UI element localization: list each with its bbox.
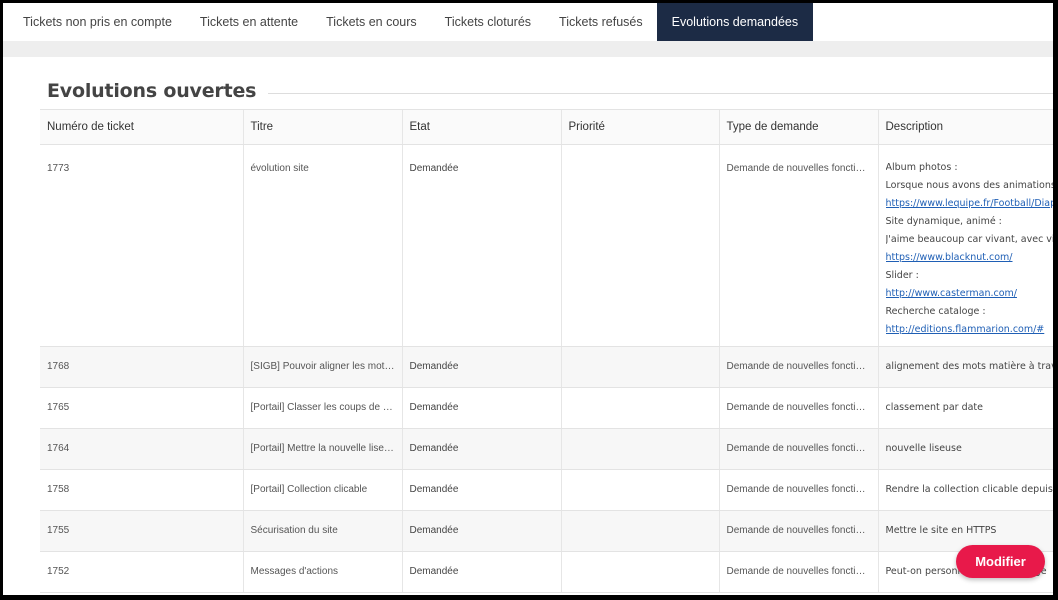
table-header-row: Numéro de ticket Titre Etat Priorité Typ… [40, 110, 1053, 145]
section-title: Evolutions ouvertes [47, 80, 257, 102]
cell-titre: [Portail] Collection clicable [243, 469, 403, 511]
column-header-description[interactable]: Description [878, 110, 1053, 145]
tab-tickets-clotures[interactable]: Tickets cloturés [431, 3, 545, 41]
table-row[interactable]: 1755 Sécurisation du site Demandée Deman… [40, 510, 1053, 552]
cell-type: Demande de nouvelles fonctionnalit… [719, 469, 879, 511]
description-link[interactable]: https://www.blacknut.com/ [886, 252, 1013, 263]
description-link[interactable]: https://www.lequipe.fr/Football/Diaporam… [886, 198, 1054, 209]
description-link[interactable]: http://editions.flammarion.com/# [886, 324, 1045, 335]
cell-numero: 1773 [40, 144, 244, 347]
cell-priorite [561, 469, 720, 511]
cell-priorite [561, 510, 720, 552]
cell-type: Demande de nouvelles fonctionnalit… [719, 144, 879, 347]
cell-type: Demande de nouvelles fonctionnalit… [719, 510, 879, 552]
cell-numero: 1755 [40, 510, 244, 552]
tab-tickets-refuses[interactable]: Tickets refusés [545, 3, 657, 41]
tab-tickets-en-attente[interactable]: Tickets en attente [186, 3, 312, 41]
cell-type: Demande de nouvelles fonctionnalit… [719, 428, 879, 470]
cell-etat: Demandée [402, 510, 562, 552]
column-header-titre[interactable]: Titre [243, 110, 403, 145]
section-divider [268, 92, 1053, 94]
column-header-etat[interactable]: Etat [402, 110, 562, 145]
cell-description: alignement des mots matière à travers [878, 346, 1053, 388]
column-header-priorite[interactable]: Priorité [561, 110, 720, 145]
cell-priorite [561, 144, 720, 347]
cell-etat: Demandée [402, 428, 562, 470]
cell-numero: 1768 [40, 346, 244, 388]
cell-type: Demande de nouvelles fonctionnalit… [719, 346, 879, 388]
cell-titre: [SIGB] Pouvoir aligner les mots matiè… [243, 346, 403, 388]
description-line: Site dynamique, animé : [885, 215, 1002, 227]
cell-type: Demande de nouvelles fonctionnalit… [719, 551, 879, 593]
evolutions-table-container[interactable]: Numéro de ticket Titre Etat Priorité Typ… [40, 109, 1053, 595]
table-row[interactable]: 1758 [Portail] Collection clicable Deman… [40, 469, 1053, 511]
cell-priorite [561, 346, 720, 388]
modifier-button[interactable]: Modifier [956, 545, 1045, 578]
cell-titre: [Portail] Classer les coups de coeur p… [243, 387, 403, 429]
description-line: Lorsque nous avons des animations, nous … [885, 179, 1054, 191]
cell-priorite [561, 551, 720, 593]
table-row[interactable]: 1773 évolution site Demandée Demande de … [40, 144, 1054, 347]
app-frame: Tickets non pris en compte Tickets en at… [3, 3, 1053, 595]
description-link-line: http://editions.flammarion.com/# [886, 321, 1054, 339]
description-line: Recherche cataloge : [885, 305, 986, 317]
table-row[interactable]: 1765 [Portail] Classer les coups de coeu… [40, 387, 1053, 429]
cell-numero: 1764 [40, 428, 244, 470]
cell-numero: 1765 [40, 387, 244, 429]
description-link-line: https://www.lequipe.fr/Football/Diaporam… [886, 195, 1054, 213]
description-link[interactable]: http://www.casterman.com/ [886, 288, 1017, 299]
description-line: J'aime beaucoup car vivant, avec vidéos [885, 233, 1054, 245]
description-line: Slider : [885, 269, 919, 281]
description-line: Album photos : [885, 161, 958, 173]
table-row[interactable]: 1752 Messages d'actions Demandée Demande… [40, 551, 1053, 593]
cell-etat: Demandée [402, 387, 562, 429]
cell-etat: Demandée [402, 551, 562, 593]
cell-priorite [561, 387, 720, 429]
table-row[interactable]: 1768 [SIGB] Pouvoir aligner les mots mat… [40, 346, 1053, 388]
cell-description: Rendre la collection clicable depuis la [878, 469, 1053, 511]
tab-tickets-en-cours[interactable]: Tickets en cours [312, 3, 431, 41]
column-header-type[interactable]: Type de demande [719, 110, 879, 145]
cell-etat: Demandée [402, 144, 562, 347]
cell-type: Demande de nouvelles fonctionnalit… [719, 387, 879, 429]
column-header-numero[interactable]: Numéro de ticket [40, 110, 244, 145]
section-header: Evolutions ouvertes [47, 76, 1053, 106]
description-link-line: https://www.blacknut.com/ [886, 249, 1054, 267]
ticket-tabs: Tickets non pris en compte Tickets en at… [3, 3, 1053, 41]
cell-description: classement par date [878, 387, 1053, 429]
cell-numero: 1758 [40, 469, 244, 511]
cell-titre: [Portail] Mettre la nouvelle liseuse [243, 428, 403, 470]
tab-tickets-non-pris-en-compte[interactable]: Tickets non pris en compte [9, 3, 186, 41]
cell-etat: Demandée [402, 469, 562, 511]
cell-description: nouvelle liseuse [878, 428, 1053, 470]
cell-etat: Demandée [402, 346, 562, 388]
cell-titre: évolution site [243, 144, 403, 347]
cell-titre: Messages d'actions [243, 551, 403, 593]
evolutions-table: Numéro de ticket Titre Etat Priorité Typ… [40, 110, 1053, 593]
toolbar-band [3, 41, 1053, 57]
tab-evolutions-demandees[interactable]: Evolutions demandées [656, 3, 814, 41]
cell-description: Album photos : Lorsque nous avons des an… [878, 144, 1054, 347]
table-row[interactable]: 1764 [Portail] Mettre la nouvelle liseus… [40, 428, 1053, 470]
cell-priorite [561, 428, 720, 470]
description-link-line: http://www.casterman.com/ [886, 285, 1054, 303]
cell-numero: 1752 [40, 551, 244, 593]
cell-titre: Sécurisation du site [243, 510, 403, 552]
